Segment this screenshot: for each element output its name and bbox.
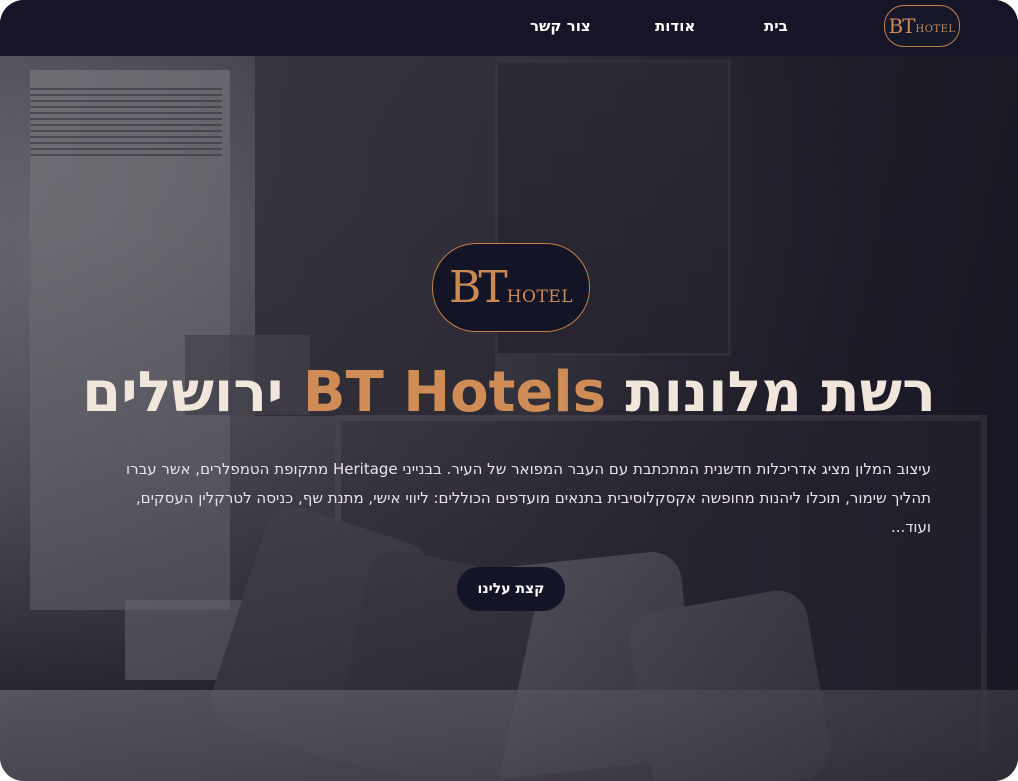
hero-description: עיצוב המלון מציג אדריכלות חדשנית המתכתבת… — [126, 460, 931, 536]
page-frame: BT HOTEL בית אודות צור קשר BT HOTEL רשת מל… — [0, 0, 1018, 781]
nav-logo[interactable]: BT HOTEL — [884, 5, 960, 47]
logo-hotel-text: HOTEL — [915, 24, 956, 35]
logo-bt-text: BT — [888, 14, 915, 38]
hero-logo-bt-text: BT — [449, 262, 508, 313]
top-navbar: BT HOTEL בית אודות צור קשר — [0, 0, 1018, 56]
hero-title: רשת מלונות BT Hotels ירושלים — [0, 360, 1018, 425]
hero-logo: BT HOTEL — [432, 243, 590, 332]
nav-link-about[interactable]: אודות — [655, 17, 695, 35]
hero-title-accent: BT Hotels — [302, 360, 606, 425]
about-us-button[interactable]: קצת עלינו — [457, 567, 565, 611]
hero-title-suffix: ירושלים — [82, 360, 284, 425]
hero-logo-hotel-text: HOTEL — [506, 286, 573, 307]
nav-link-home[interactable]: בית — [764, 17, 788, 35]
hero-title-prefix: רשת מלונות — [625, 360, 936, 425]
nav-link-contact[interactable]: צור קשר — [530, 17, 591, 35]
